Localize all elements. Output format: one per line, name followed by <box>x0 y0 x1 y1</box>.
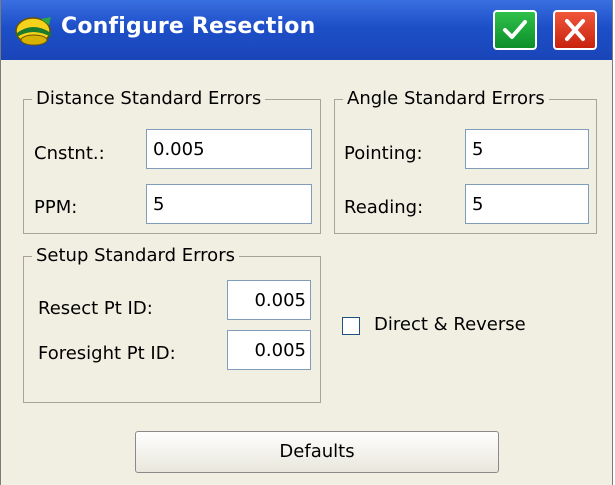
distance-group-title: Distance Standard Errors <box>32 87 266 111</box>
pointing-label: Pointing: <box>344 143 423 164</box>
resect-pt-id-field[interactable] <box>227 280 311 320</box>
constant-label: Cnstnt.: <box>34 143 105 164</box>
resect-pt-id-label: Resect Pt ID: <box>38 298 153 319</box>
window-title: Configure Resection <box>61 14 316 39</box>
reading-field[interactable] <box>465 184 589 224</box>
ppm-label: PPM: <box>34 197 78 218</box>
checkmark-icon <box>503 20 527 39</box>
ppm-field[interactable] <box>146 184 312 224</box>
defaults-button[interactable]: Defaults <box>135 431 499 473</box>
reading-label: Reading: <box>344 197 424 218</box>
foresight-pt-id-field[interactable] <box>227 330 311 370</box>
setup-group-title: Setup Standard Errors <box>32 244 239 268</box>
ok-button[interactable] <box>493 10 537 50</box>
title-bar: Configure Resection <box>1 0 612 60</box>
foresight-pt-id-label: Foresight Pt ID: <box>38 343 176 364</box>
direct-reverse-checkbox[interactable] <box>342 317 360 335</box>
close-x-icon <box>565 19 585 41</box>
close-button[interactable] <box>553 10 597 50</box>
angle-group-title: Angle Standard Errors <box>343 87 549 111</box>
surveyor-helmet-icon <box>13 13 55 49</box>
dialog-window: Configure Resection Distance Standard Er… <box>0 0 613 485</box>
pointing-field[interactable] <box>465 129 589 169</box>
constant-field[interactable] <box>146 129 312 169</box>
direct-reverse-label: Direct & Reverse <box>374 314 526 335</box>
